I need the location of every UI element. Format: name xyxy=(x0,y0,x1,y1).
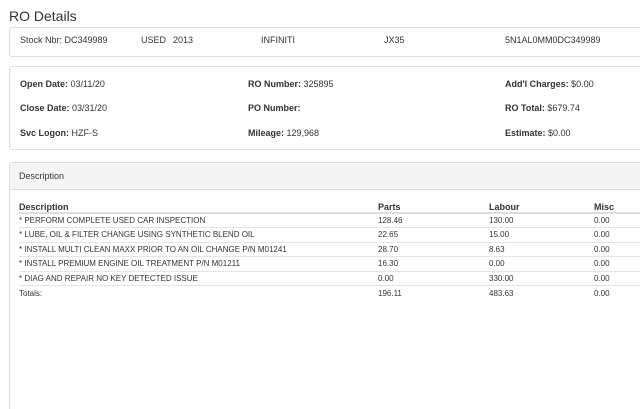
po-number-field: PO Number: xyxy=(248,103,301,113)
vehicle-make: INFINITI xyxy=(261,35,295,45)
description-panel: Description Description Parts Labour Mis… xyxy=(9,162,640,409)
vehicle-year: 2013 xyxy=(173,35,194,45)
vehicle-condition: USED xyxy=(141,35,167,45)
addl-charges-value: $0.00 xyxy=(571,79,594,89)
row-labour: 15.00 xyxy=(489,227,594,242)
svc-logon-value: HZF-S xyxy=(71,128,99,138)
row-misc: 0.00 xyxy=(594,212,640,228)
table-header-row: Description Parts Labour Misc xyxy=(19,201,640,214)
open-date-label: Open Date: xyxy=(20,79,69,89)
svc-logon-label: Svc Logon: xyxy=(20,128,69,138)
svc-logon-field: Svc Logon: HZF-S xyxy=(20,128,98,138)
row-misc: 0.00 xyxy=(594,256,640,271)
row-misc: 0.00 xyxy=(594,241,640,257)
column-header-parts: Parts xyxy=(378,201,489,214)
row-description: * INSTALL MULTI CLEAN MAXX PRIOR TO AN O… xyxy=(19,241,378,257)
row-parts: 28.70 xyxy=(378,241,489,257)
row-misc: 0.00 xyxy=(594,270,640,286)
row-description: * INSTALL PREMIUM ENGINE OIL TREATMENT P… xyxy=(19,256,378,271)
column-header-description: Description xyxy=(19,201,378,214)
totals-parts: 196.11 xyxy=(378,285,489,300)
vehicle-model: JX35 xyxy=(384,35,405,45)
row-labour: 330.00 xyxy=(489,270,594,286)
mileage-label: Mileage: xyxy=(248,128,285,138)
totals-misc: 0.00 xyxy=(594,285,640,300)
ro-number-field: RO Number: 325895 xyxy=(248,79,334,89)
vehicle-vin: 5N1AL0MM0DC349989 xyxy=(505,35,601,45)
ro-number-label: RO Number: xyxy=(248,79,302,89)
addl-charges-label: Add'l Charges: xyxy=(505,79,569,89)
column-header-misc: Misc xyxy=(594,201,640,214)
close-date-label: Close Date: xyxy=(20,103,70,113)
vehicle-info-panel: Stock Nbr: DC349989 USED 2013 INFINITI J… xyxy=(9,27,640,57)
row-parts: 22.65 xyxy=(378,227,489,242)
totals-row: Totals: 196.11 483.63 0.00 xyxy=(19,285,640,300)
row-labour: 8.63 xyxy=(489,241,594,257)
ro-total-value: $679.74 xyxy=(547,103,580,113)
table-row: * PERFORM COMPLETE USED CAR INSPECTION 1… xyxy=(19,212,640,228)
open-date-value: 03/11/20 xyxy=(70,79,105,89)
row-description: * LUBE, OIL & FILTER CHANGE USING SYNTHE… xyxy=(19,227,378,242)
row-labour: 130.00 xyxy=(489,212,594,228)
page-title: RO Details xyxy=(9,8,77,24)
estimate-field: Estimate: $0.00 xyxy=(505,128,571,138)
table-row: * DIAG AND REPAIR NO KEY DETECTED ISSUE … xyxy=(19,270,640,286)
po-number-label: PO Number: xyxy=(248,103,301,113)
row-labour: 0.00 xyxy=(489,256,594,271)
column-header-labour: Labour xyxy=(489,201,594,214)
ro-total-field: RO Total: $679.74 xyxy=(505,103,580,113)
estimate-label: Estimate: xyxy=(505,128,546,138)
ro-total-label: RO Total: xyxy=(505,103,545,113)
close-date-value: 03/31/20 xyxy=(72,103,108,113)
table-row: * INSTALL MULTI CLEAN MAXX PRIOR TO AN O… xyxy=(19,241,640,257)
description-panel-title: Description xyxy=(19,171,65,181)
line-items-table: Description Parts Labour Misc * PERFORM … xyxy=(19,201,640,300)
totals-label: Totals: xyxy=(19,285,378,300)
row-misc: 0.00 xyxy=(594,227,640,242)
row-description: * DIAG AND REPAIR NO KEY DETECTED ISSUE xyxy=(19,270,378,286)
ro-summary-panel: Open Date: 03/11/20 Close Date: 03/31/20… xyxy=(9,66,640,150)
row-parts: 16.30 xyxy=(378,256,489,271)
addl-charges-field: Add'l Charges: $0.00 xyxy=(505,79,594,89)
row-parts: 0.00 xyxy=(378,270,489,286)
ro-number-value: 325895 xyxy=(303,79,334,89)
stock-number: Stock Nbr: DC349989 xyxy=(20,35,108,45)
estimate-value: $0.00 xyxy=(548,128,571,138)
close-date-field: Close Date: 03/31/20 xyxy=(20,103,107,113)
table-row: * LUBE, OIL & FILTER CHANGE USING SYNTHE… xyxy=(19,227,640,242)
mileage-field: Mileage: 129,968 xyxy=(248,128,319,138)
row-description: * PERFORM COMPLETE USED CAR INSPECTION xyxy=(19,212,378,228)
totals-labour: 483.63 xyxy=(489,285,594,300)
table-row: * INSTALL PREMIUM ENGINE OIL TREATMENT P… xyxy=(19,256,640,271)
open-date-field: Open Date: 03/11/20 xyxy=(20,79,105,89)
description-panel-header: Description xyxy=(10,163,640,190)
row-parts: 128.46 xyxy=(378,212,489,228)
mileage-value: 129,968 xyxy=(286,128,320,138)
